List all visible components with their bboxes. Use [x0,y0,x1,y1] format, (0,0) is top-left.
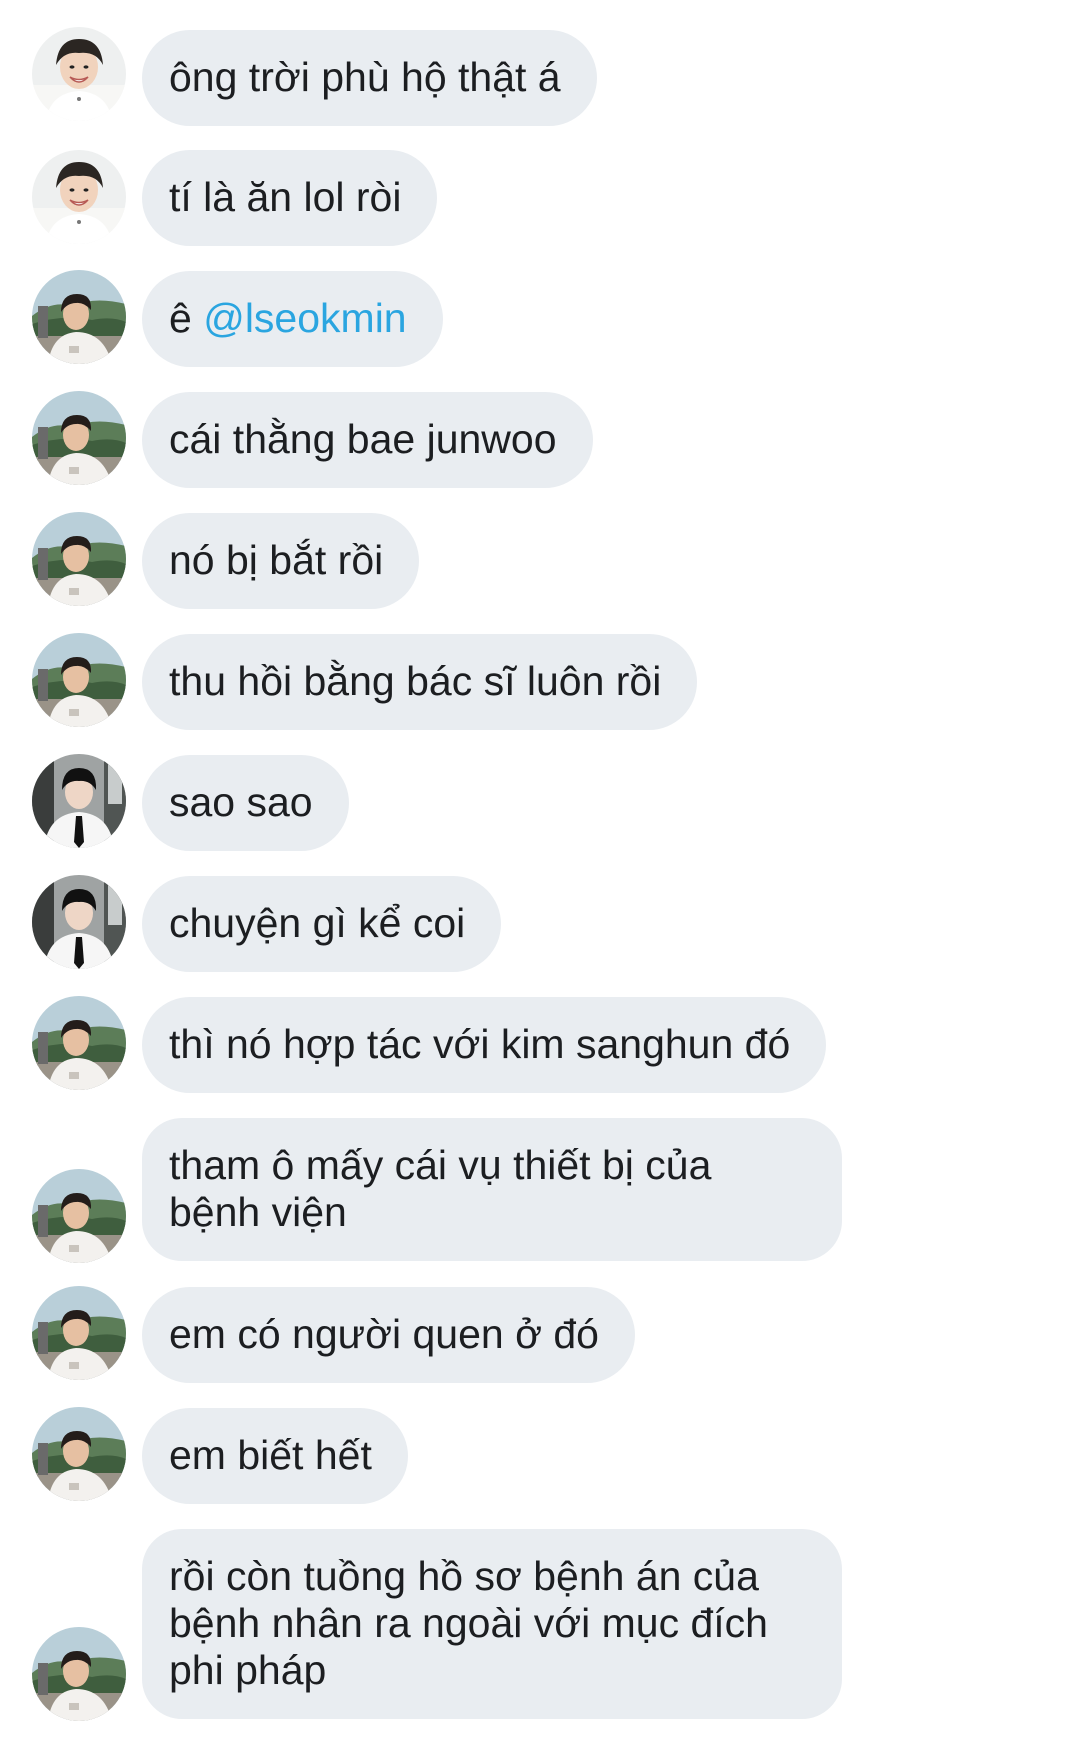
message-bubble[interactable]: nó bị bắt rồi [142,513,420,609]
message-row: ông trời phù hộ thật á [0,27,1080,126]
mention-link[interactable]: @lseokmin [203,295,406,341]
message-bubble[interactable]: tí là ăn lol ròi [142,150,438,246]
avatar-user-b[interactable] [32,391,126,485]
avatar-user-b[interactable] [32,512,126,606]
message-bubble[interactable]: em có người quen ở đó [142,1287,635,1383]
message-text: rồi còn tuồng hồ sơ bệnh án của bệnh nhâ… [169,1553,768,1693]
message-row: cái thằng bae junwoo [0,391,1080,488]
message-row: em có người quen ở đó [0,1286,1080,1383]
avatar-user-a[interactable] [32,150,126,244]
avatar-user-b[interactable] [32,633,126,727]
message-text: em có người quen ở đó [169,1311,599,1357]
message-bubble[interactable]: cái thằng bae junwoo [142,392,593,488]
message-text: chuyện gì kể coi [169,900,466,946]
message-bubble[interactable]: ê @lseokmin [142,271,443,367]
avatar-user-b[interactable] [32,996,126,1090]
message-text: thu hồi bằng bác sĩ luôn rồi [169,658,662,704]
message-row: thì nó hợp tác với kim sanghun đó [0,996,1080,1093]
avatar-user-b[interactable] [32,1407,126,1501]
message-row: tham ô mấy cái vụ thiết bị của bệnh viện [0,1118,1080,1264]
message-text: nó bị bắt rồi [169,537,384,583]
avatar-user-b[interactable] [32,1169,126,1263]
chat-thread: ông trời phù hộ thật á tí là ăn lol ròi … [0,0,1080,1740]
avatar-user-b[interactable] [32,1286,126,1380]
message-row: tí là ăn lol ròi [0,150,1080,246]
message-bubble[interactable]: em biết hết [142,1408,408,1504]
message-text: tham ô mấy cái vụ thiết bị của bệnh viện [169,1142,712,1235]
message-row: ê @lseokmin [0,270,1080,367]
message-text: em biết hết [169,1432,372,1478]
message-bubble[interactable]: chuyện gì kể coi [142,876,502,972]
message-text: tí là ăn lol ròi [169,174,402,220]
avatar-user-b[interactable] [32,1627,126,1721]
message-row: em biết hết [0,1407,1080,1504]
message-row: nó bị bắt rồi [0,512,1080,609]
message-text: ê [169,295,204,341]
message-bubble[interactable]: ông trời phù hộ thật á [142,30,597,126]
avatar-user-c[interactable] [32,754,126,848]
message-row: thu hồi bằng bác sĩ luôn rồi [0,633,1080,730]
message-bubble[interactable]: tham ô mấy cái vụ thiết bị của bệnh viện [142,1118,842,1261]
message-bubble[interactable]: rồi còn tuồng hồ sơ bệnh án của bệnh nhâ… [142,1529,842,1719]
message-bubble[interactable]: thu hồi bằng bác sĩ luôn rồi [142,634,698,730]
avatar-user-b[interactable] [32,270,126,364]
message-bubble[interactable]: thì nó hợp tác với kim sanghun đó [142,997,827,1093]
message-row: chuyện gì kể coi [0,875,1080,972]
message-text: sao sao [169,779,313,825]
message-text: ông trời phù hộ thật á [169,54,561,100]
avatar-user-a[interactable] [32,27,126,121]
message-row: sao sao [0,754,1080,851]
message-text: cái thằng bae junwoo [169,416,557,462]
message-bubble[interactable]: sao sao [142,755,349,851]
avatar-user-c[interactable] [32,875,126,969]
message-text: thì nó hợp tác với kim sanghun đó [169,1021,791,1067]
message-row: rồi còn tuồng hồ sơ bệnh án của bệnh nhâ… [0,1529,1080,1725]
